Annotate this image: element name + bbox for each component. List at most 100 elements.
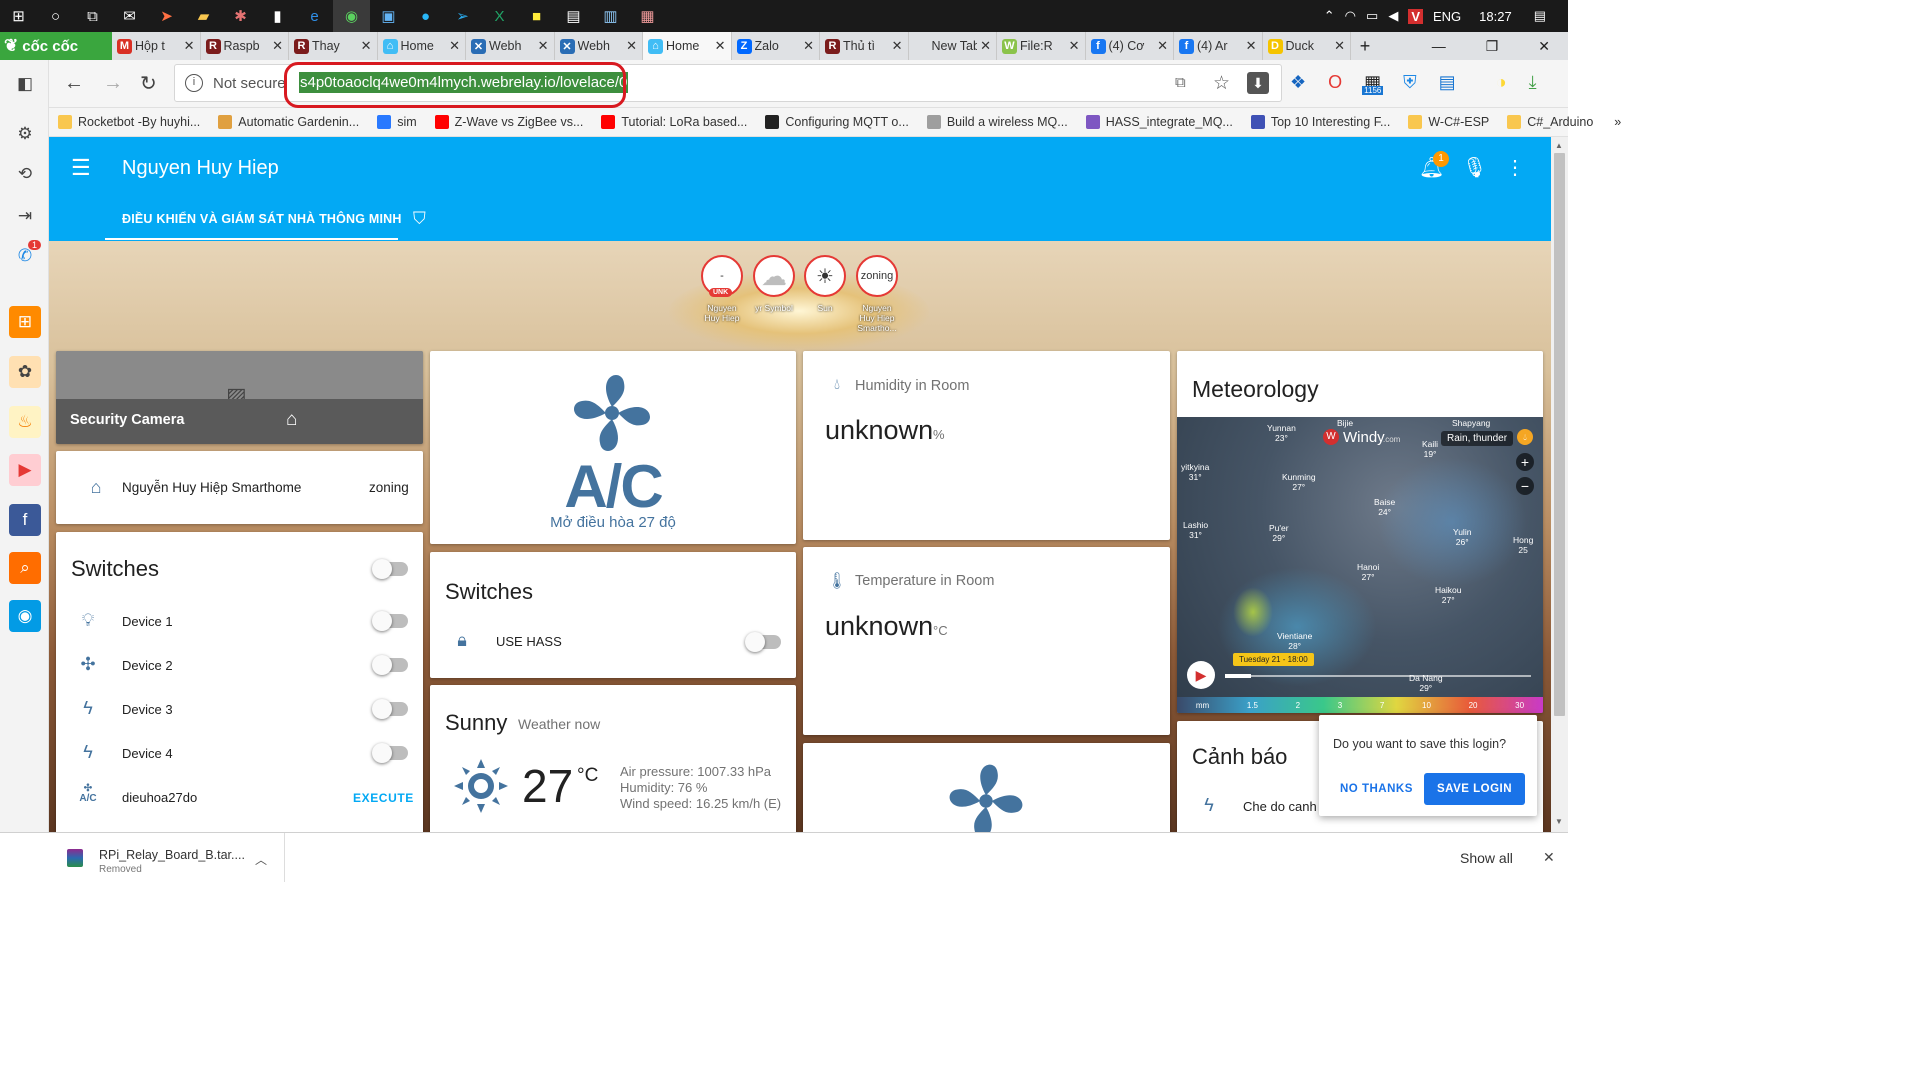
chevron-up-icon[interactable]: ⌃ <box>1324 8 1335 24</box>
pinned-app-icon[interactable]: ➤ <box>148 0 185 32</box>
temperature-card[interactable]: 🌡︎ Temperature in Room unknown °C <box>803 547 1170 735</box>
coccoc-logo[interactable]: ❦ cốc cốc <box>0 32 112 60</box>
notification-center-icon[interactable]: ▤ <box>1534 8 1546 24</box>
bookmark-item[interactable]: Build a wireless MQ... <box>918 115 1077 129</box>
scroll-down-arrow-icon[interactable]: ▼ <box>1555 817 1563 826</box>
volume-icon[interactable]: ◀ <box>1388 8 1398 24</box>
sign-in-icon[interactable]: ⇥ <box>9 200 41 232</box>
tab-close-icon[interactable]: ✕ <box>803 38 814 54</box>
browser-tab[interactable]: R Raspb ✕ <box>201 32 289 60</box>
device-4-toggle[interactable] <box>372 743 408 763</box>
tab-close-icon[interactable]: ✕ <box>449 38 460 54</box>
close-shelf-icon[interactable]: ✕ <box>1543 849 1555 866</box>
hamburger-menu-icon[interactable]: ☰ <box>71 155 91 181</box>
device-2-toggle[interactable] <box>372 655 408 675</box>
language-indicator[interactable]: ENG <box>1433 9 1461 24</box>
tab-close-icon[interactable]: ✕ <box>184 38 195 54</box>
ac-card-2[interactable] <box>803 743 1170 832</box>
search-circle-icon[interactable]: ○ <box>37 0 74 32</box>
vivaldi-icon[interactable]: V <box>1408 8 1423 24</box>
security-camera-card[interactable]: ▨ Security Camera ⌂ <box>56 351 423 444</box>
tab-close-icon[interactable]: ✕ <box>272 38 283 54</box>
overflow-menu-icon[interactable]: ⋮ <box>1505 155 1525 180</box>
youtube-icon[interactable]: ▶ <box>9 454 41 486</box>
page-scrollbar[interactable]: ▲ ▼ <box>1551 137 1568 832</box>
no-thanks-button[interactable]: NO THANKS <box>1340 783 1413 795</box>
zoom-out-icon[interactable]: − <box>1516 477 1534 495</box>
opera-icon[interactable]: O <box>1328 72 1342 93</box>
telegram-icon[interactable]: ➢ <box>444 0 481 32</box>
bookmark-item[interactable]: Z-Wave vs ZigBee vs... <box>426 115 593 129</box>
badge-person[interactable]: - UNK Nguyen Huy Hiep <box>701 255 743 323</box>
browser-tab[interactable]: ✕ Webh ✕ <box>555 32 643 60</box>
app-icon[interactable]: ▦ <box>629 0 666 32</box>
wifi-icon[interactable]: ◠ <box>1345 8 1356 24</box>
translate-icon[interactable]: ⧉ <box>1175 74 1186 91</box>
bookmark-item[interactable]: Tutorial: LoRa based... <box>592 115 756 129</box>
download-item[interactable]: RPi_Relay_Board_B.tar.... Removed ︿ <box>49 833 285 882</box>
tab-close-icon[interactable]: ✕ <box>626 38 637 54</box>
execute-button[interactable]: EXECUTE <box>353 791 414 805</box>
notepad-icon[interactable]: ▤ <box>555 0 592 32</box>
close-window-icon[interactable]: ✕ <box>1538 38 1550 55</box>
info-icon[interactable]: i <box>185 74 203 92</box>
microphone-icon[interactable]: 🎙︎ <box>1462 155 1487 180</box>
browser-tab[interactable]: D Duck ✕ <box>1263 32 1351 60</box>
messenger-icon[interactable]: ✆ 1 <box>9 240 41 272</box>
notifications-bell-icon[interactable]: 🔔︎ 1 <box>1419 151 1449 180</box>
browser-tab[interactable]: f (4) Cơ ✕ <box>1086 32 1174 60</box>
ac-card[interactable]: A/C Mở điều hòa 27 độ <box>430 351 796 544</box>
battery-icon[interactable]: ▭ <box>1366 8 1378 24</box>
shield-extension-icon[interactable]: ⛨ <box>1403 72 1417 93</box>
badge-sun[interactable]: ☀ Sun <box>804 255 846 313</box>
pinned-app-icon[interactable]: ✱ <box>222 0 259 32</box>
sidebar-toggle-icon[interactable]: ◧ <box>9 68 41 100</box>
weather-card[interactable]: Sunny Weather now 27 °C Air pressure: 10… <box>430 685 796 832</box>
facebook-icon[interactable]: f <box>9 504 41 536</box>
restore-icon[interactable]: ❐ <box>1486 38 1499 55</box>
browser-tab[interactable]: ✕ Webh ✕ <box>466 32 555 60</box>
forward-arrow-icon[interactable]: → <box>103 72 123 95</box>
tab-close-icon[interactable]: ✕ <box>361 38 372 54</box>
tab-close-icon[interactable]: ✕ <box>892 38 903 54</box>
app-icon[interactable]: ▥ <box>592 0 629 32</box>
badge-yr-symbol[interactable]: ☁ yr Symbol <box>753 255 795 313</box>
extension-counter-icon[interactable]: ▦ 1156 <box>1362 72 1384 95</box>
tab-close-icon[interactable]: ✕ <box>1069 38 1080 54</box>
download-box-icon[interactable]: ⬇ <box>1247 72 1269 94</box>
bookmark-star-icon[interactable]: ☆ <box>1213 72 1230 95</box>
app-icon[interactable]: ▣ <box>370 0 407 32</box>
excel-icon[interactable]: X <box>481 0 518 32</box>
back-arrow-icon[interactable]: ← <box>64 72 84 95</box>
show-all-link[interactable]: Show all <box>1460 850 1513 866</box>
new-tab-plus-icon[interactable]: + <box>1351 36 1379 57</box>
humidity-card[interactable]: 💧︎ Humidity in Room unknown % <box>803 351 1170 540</box>
play-button-icon[interactable]: ▶ <box>1187 661 1215 689</box>
media-app-icon[interactable]: ◉ <box>9 600 41 632</box>
zone-card[interactable]: ⌂ Nguyễn Huy Hiệp Smarthome zoning <box>56 451 423 524</box>
bookmark-item[interactable]: sim <box>368 115 425 129</box>
extension-icon[interactable]: ▤ <box>1439 72 1456 93</box>
device-3-toggle[interactable] <box>372 699 408 719</box>
app-shortcut-icon[interactable]: ✿ <box>9 356 41 388</box>
coccoc-browser-icon[interactable]: ◉ <box>333 0 370 32</box>
search-app-icon[interactable]: ⌕ <box>9 552 41 584</box>
browser-tab[interactable]: Z Zalo ✕ <box>732 32 820 60</box>
bookmark-item[interactable]: Automatic Gardenin... <box>209 115 368 129</box>
downloads-arrow-icon[interactable]: ⤓ <box>1529 72 1537 93</box>
task-view-icon[interactable]: ⧉ <box>74 0 111 32</box>
scrollbar-thumb[interactable] <box>1554 153 1565 716</box>
mail-app-icon[interactable]: ✉ <box>111 0 148 32</box>
browser-tab[interactable]: W File:R ✕ <box>997 32 1086 60</box>
more-bookmarks-icon[interactable]: » <box>1614 115 1621 129</box>
tab-shield-home-icon[interactable]: ⛉ <box>413 209 426 229</box>
all-switches-toggle[interactable] <box>372 559 408 579</box>
browser-tab[interactable]: R Thủ tì ✕ <box>820 32 909 60</box>
timeline-track[interactable] <box>1225 675 1531 677</box>
app-shortcut-icon[interactable]: ⊞ <box>9 306 41 338</box>
bookmark-item[interactable]: Configuring MQTT o... <box>756 115 917 129</box>
bookmark-item[interactable]: W-C#-ESP <box>1399 115 1498 129</box>
bookmark-item[interactable]: C#_Arduino <box>1498 115 1602 129</box>
history-icon[interactable]: ⟲ <box>9 158 41 190</box>
tab-close-icon[interactable]: ✕ <box>980 38 991 54</box>
